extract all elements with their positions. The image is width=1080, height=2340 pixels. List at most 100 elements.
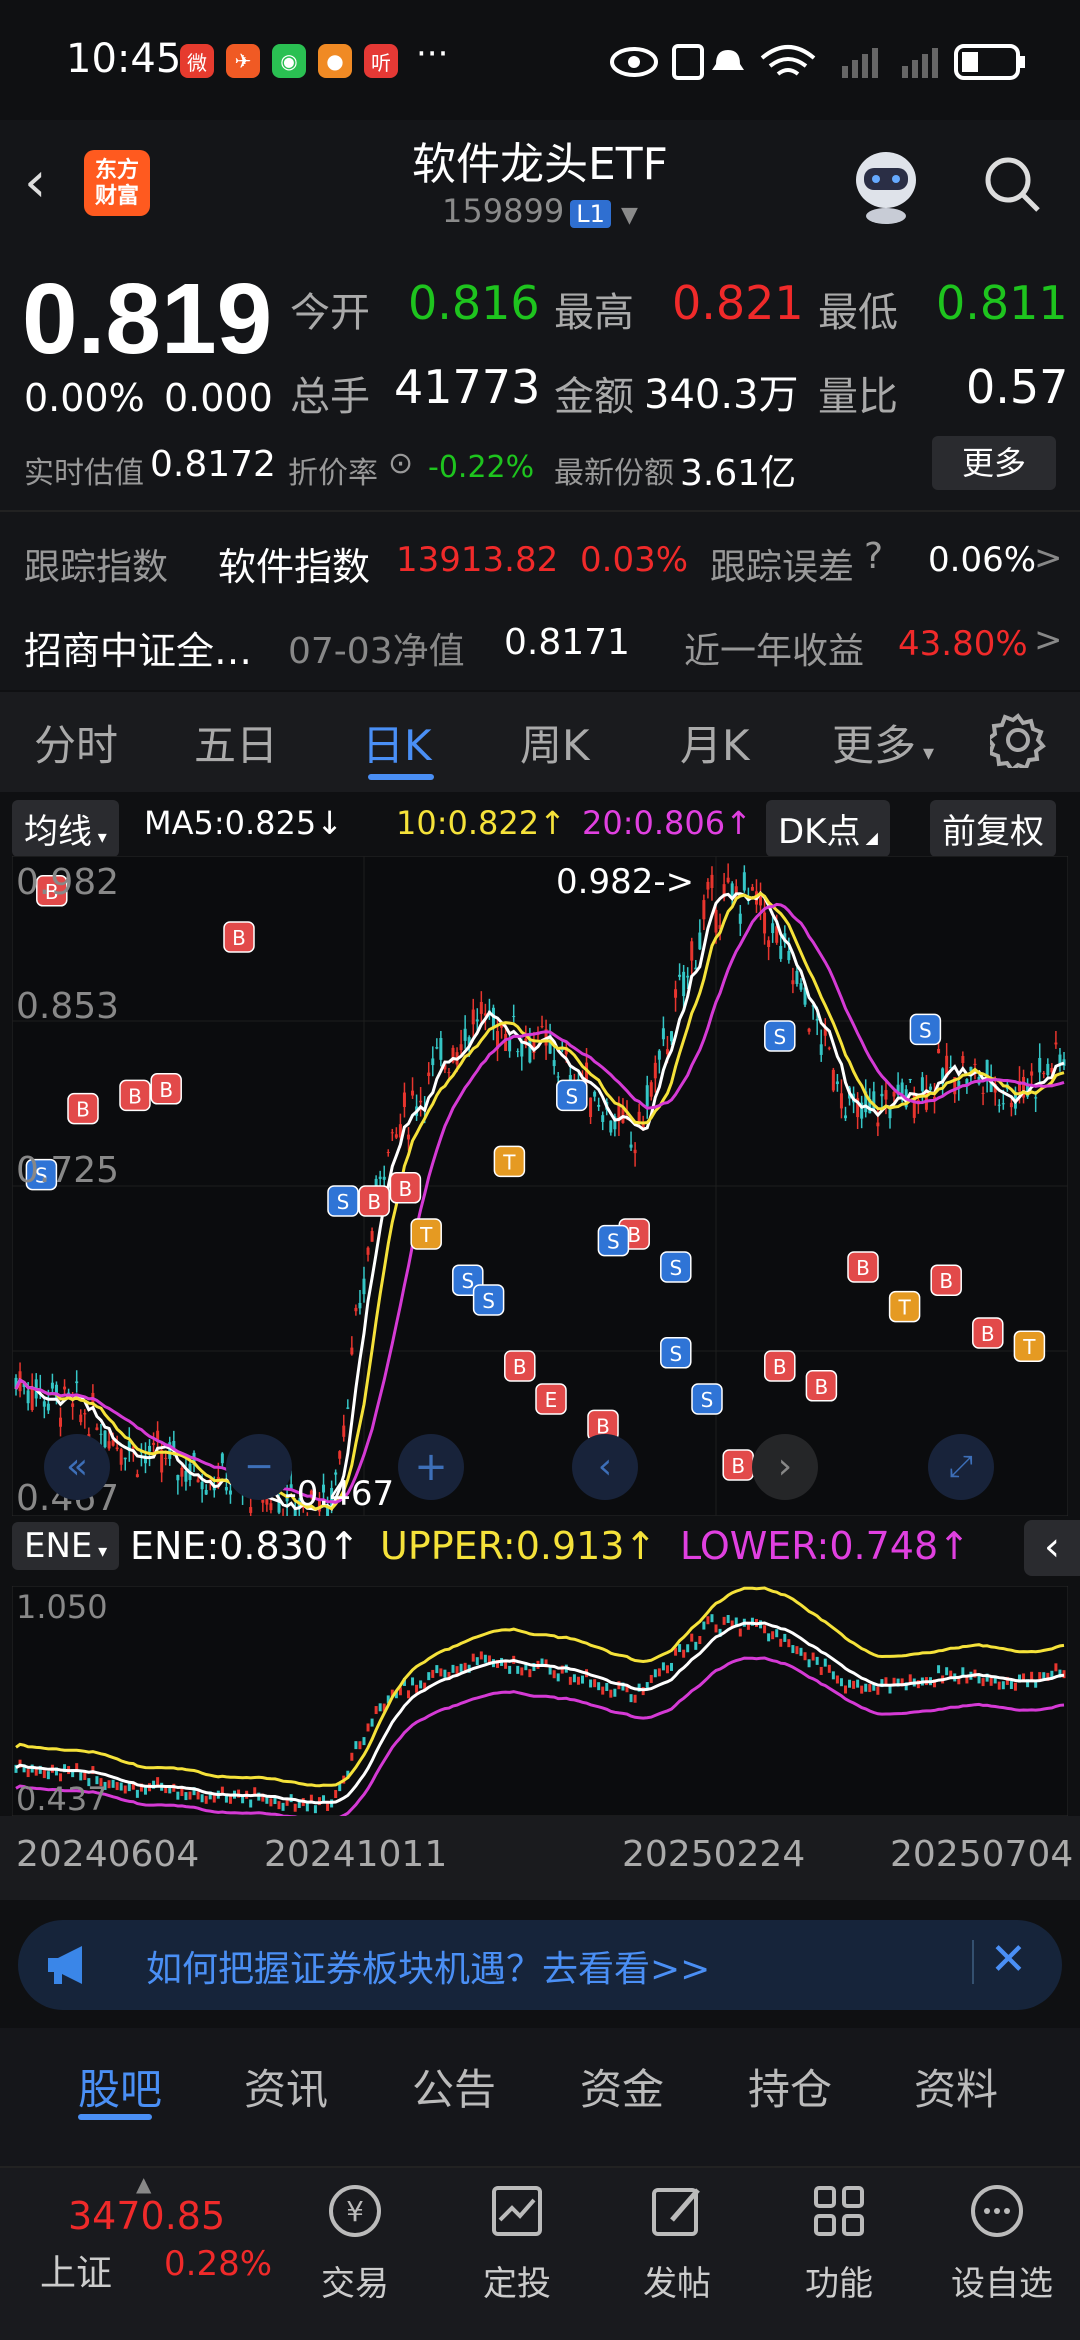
ene-chart[interactable] xyxy=(12,1586,1068,1816)
ene-candle xyxy=(722,1616,726,1625)
help-icon[interactable]: ? xyxy=(864,536,883,577)
signal-marker-label: B xyxy=(627,1223,641,1247)
chevron-right-icon[interactable]: > xyxy=(1034,620,1063,660)
robot-avatar-icon[interactable] xyxy=(846,140,926,226)
candle-body xyxy=(354,1307,358,1312)
zoom-in-icon[interactable]: + xyxy=(398,1434,464,1500)
ene-candle xyxy=(981,1678,985,1687)
candle-body xyxy=(95,1427,99,1430)
expand-icon[interactable]: ⤢ xyxy=(928,1434,994,1500)
candle-body xyxy=(447,1072,451,1074)
tab-announcement[interactable]: 公告 xyxy=(412,2056,496,2117)
amount-value: 340.3万 xyxy=(644,372,799,418)
ene-candle xyxy=(572,1674,576,1683)
trade-icon[interactable]: ¥ xyxy=(320,2176,390,2246)
close-icon[interactable]: ✕ xyxy=(990,1934,1027,1985)
tab-daily-k[interactable]: 日K xyxy=(362,712,432,773)
ene-candle xyxy=(475,1657,479,1666)
candle-body xyxy=(920,1077,924,1091)
candle-body xyxy=(427,1072,431,1076)
divider xyxy=(0,510,1080,512)
tab-holdings[interactable]: 持仓 xyxy=(748,2056,832,2117)
tab-five-day[interactable]: 五日 xyxy=(194,712,278,773)
ene-candle xyxy=(119,1782,123,1791)
kline-chart[interactable]: SBB BBBS BBTSSBEBBSSBBBBTBBTSSS STS xyxy=(12,856,1068,1516)
chevron-right-icon[interactable]: > xyxy=(1034,538,1063,578)
ene-candle xyxy=(657,1668,661,1677)
dk-button[interactable]: DK点 ◢ xyxy=(766,800,890,857)
fq-button[interactable]: 前复权 xyxy=(930,800,1056,857)
nav-trade[interactable]: 交易 xyxy=(295,2256,415,2305)
track-index[interactable]: 软件指数 xyxy=(218,536,370,591)
candle-body xyxy=(338,1451,342,1459)
search-icon[interactable] xyxy=(980,152,1044,216)
candle-body xyxy=(597,1104,601,1107)
tab-forum[interactable]: 股吧 xyxy=(78,2056,162,2117)
nav-post[interactable]: 发帖 xyxy=(617,2256,737,2305)
rewind-icon[interactable]: « xyxy=(44,1434,110,1500)
index-value[interactable]: 3470.85 xyxy=(68,2194,225,2238)
nav-add-watchlist[interactable]: 设自选 xyxy=(937,2256,1067,2305)
tab-fund-flow[interactable]: 资金 xyxy=(580,2056,664,2117)
candle-body xyxy=(402,1092,406,1107)
candle-body xyxy=(63,1386,67,1390)
candle-body xyxy=(471,1009,475,1025)
y-axis-top: 0.982 xyxy=(16,862,120,903)
candle-body xyxy=(633,1149,637,1154)
ene-candle xyxy=(212,1794,216,1803)
collapse-icon[interactable]: ‹ xyxy=(1024,1520,1080,1576)
candle-body xyxy=(670,1031,674,1042)
candle-body xyxy=(439,1037,443,1060)
candle-body xyxy=(83,1413,87,1415)
ene-candle xyxy=(815,1656,819,1665)
ene-candle xyxy=(989,1677,993,1686)
candle-body xyxy=(386,1152,390,1154)
zoom-out-icon[interactable]: − xyxy=(226,1434,292,1500)
gear-icon[interactable] xyxy=(990,712,1046,768)
candle-body xyxy=(839,1093,843,1109)
tab-intraday[interactable]: 分时 xyxy=(34,712,118,773)
candle-body xyxy=(682,971,686,997)
tab-weekly-k[interactable]: 周K xyxy=(520,712,590,773)
signal-marker-label: T xyxy=(502,1150,516,1174)
invest-plan-icon[interactable] xyxy=(482,2176,552,2246)
post-icon[interactable] xyxy=(642,2176,712,2246)
tab-news[interactable]: 资讯 xyxy=(244,2056,328,2117)
tab-profile[interactable]: 资料 xyxy=(914,2056,998,2117)
ene-candle xyxy=(83,1771,87,1780)
app2-icon: ● xyxy=(318,44,352,78)
fund-name[interactable]: 招商中证全… xyxy=(24,620,252,675)
next-icon[interactable]: › xyxy=(752,1434,818,1500)
index-pct[interactable]: 0.28% xyxy=(164,2244,272,2284)
candle-body xyxy=(463,1028,467,1041)
ene-candle xyxy=(613,1688,617,1697)
tab-monthly-k[interactable]: 月K xyxy=(680,712,750,773)
caret-up-icon: ▲ xyxy=(136,2172,152,2196)
ene-candle xyxy=(706,1616,710,1625)
tab-more[interactable]: 更多 ▾ xyxy=(832,712,934,773)
ene-candle xyxy=(354,1741,358,1750)
index-name[interactable]: 上证 xyxy=(40,2244,112,2296)
ene-candle xyxy=(694,1641,698,1650)
candle-body xyxy=(152,1442,156,1445)
candle-body xyxy=(520,1041,524,1057)
candle-body xyxy=(184,1470,188,1482)
watchlist-icon[interactable] xyxy=(962,2176,1032,2246)
prev-icon[interactable]: ‹ xyxy=(572,1434,638,1500)
ene-candle xyxy=(633,1694,637,1703)
signal-marker-label: B xyxy=(981,1322,995,1346)
ene-candle xyxy=(471,1653,475,1662)
ene-candle xyxy=(180,1788,184,1797)
ene-candle xyxy=(937,1665,941,1674)
nav-functions[interactable]: 功能 xyxy=(779,2256,899,2305)
ene-candle xyxy=(378,1703,382,1712)
banner-text[interactable]: 如何把握证券板块机遇？去看看>> xyxy=(146,1940,710,1992)
ene-candle xyxy=(362,1737,366,1746)
more-button[interactable]: 更多 xyxy=(932,436,1056,490)
nav-invest-plan[interactable]: 定投 xyxy=(457,2256,577,2305)
ene-selector[interactable]: ENE ▾ xyxy=(12,1522,120,1570)
ma-selector[interactable]: 均线 ▾ xyxy=(12,800,119,857)
functions-icon[interactable] xyxy=(804,2176,874,2246)
candle-body xyxy=(390,1132,394,1134)
info-icon[interactable]: ⊙ xyxy=(388,446,413,481)
